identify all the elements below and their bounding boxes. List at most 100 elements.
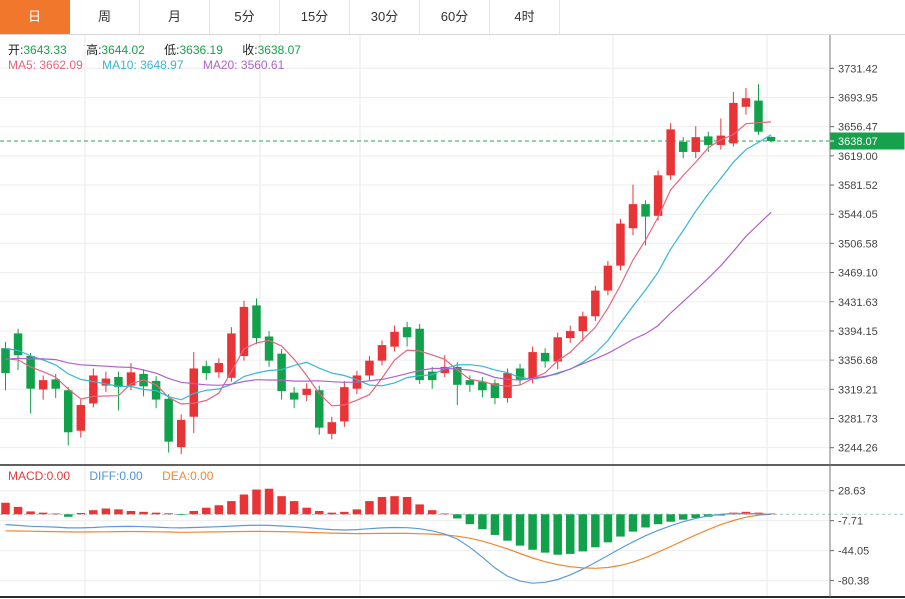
candle-body: [390, 331, 399, 347]
macd-tick-label: -7.71: [838, 516, 863, 528]
tab-period-日[interactable]: 日: [0, 0, 70, 34]
candle-body: [415, 328, 424, 381]
diff-value-legend: DIFF:0.00: [89, 469, 143, 483]
price-tick-label: 3731.42: [838, 63, 878, 75]
macd-bar: [227, 501, 236, 515]
macd-bar: [151, 512, 161, 515]
price-tick-label: 3394.15: [838, 326, 878, 338]
candle-body: [528, 352, 537, 380]
candle-body: [603, 265, 613, 291]
candle-body: [553, 337, 562, 362]
price-tick-label: 3656.47: [838, 122, 878, 134]
macd-bar: [51, 513, 60, 515]
macd-bar: [277, 496, 286, 515]
macd-bar: [465, 514, 475, 525]
candle-body: [1, 348, 10, 374]
macd-bar: [415, 504, 424, 515]
low-label: 低:: [164, 43, 180, 57]
price-tick-label: 3356.68: [838, 355, 878, 367]
macd-bar: [126, 511, 136, 515]
macd-bar: [603, 514, 613, 543]
macd-bar: [365, 501, 374, 515]
candle-body: [365, 360, 374, 376]
macd-value-legend: MACD:0.00: [8, 469, 71, 483]
tab-period-5分[interactable]: 5分: [210, 0, 280, 34]
candle-body: [89, 375, 98, 404]
candle-body: [628, 204, 638, 229]
close-label: 收:: [242, 43, 258, 57]
candle-body: [377, 345, 387, 361]
macd-bar: [164, 513, 173, 515]
macd-bar: [340, 511, 349, 515]
dea-value-legend: DEA:0.00: [162, 469, 214, 483]
candle-body: [26, 355, 35, 389]
macd-bar: [490, 514, 500, 535]
candle-body: [591, 290, 600, 317]
open-label: 开:: [8, 43, 24, 57]
candle-body: [176, 419, 186, 448]
macd-bar: [352, 509, 362, 515]
macd-bar: [315, 511, 324, 515]
macd-bar: [176, 514, 186, 516]
current-price-tag-label: 3638.07: [838, 136, 878, 148]
macd-bar: [264, 488, 274, 515]
candle-body: [76, 405, 86, 431]
tab-period-60分[interactable]: 60分: [420, 0, 490, 34]
ma20-line: [5, 211, 772, 386]
macd-tick-label: -44.05: [838, 546, 869, 558]
ma-legend: MA5: 3662.09 MA10: 3648.97 MA20: 3560.61: [8, 58, 300, 72]
macd-bar: [377, 496, 387, 515]
macd-bar: [38, 512, 48, 515]
candle-body: [164, 398, 173, 442]
tab-period-周[interactable]: 周: [70, 0, 140, 34]
price-tick-label: 3544.05: [838, 209, 878, 221]
macd-bar: [402, 496, 412, 515]
high-value: 3644.02: [101, 43, 145, 57]
ma5-legend: MA5: 3662.09: [8, 58, 83, 72]
macd-bar: [591, 514, 600, 548]
macd-bar: [528, 514, 537, 550]
macd-bar: [478, 514, 487, 530]
candle-body: [465, 380, 475, 385]
macd-bar: [64, 514, 73, 517]
candle-body: [741, 98, 751, 107]
candle-body: [202, 366, 211, 374]
candle-body: [578, 316, 588, 332]
period-tabbar: 日周月 5分 15分 30分 60分 4时: [0, 0, 905, 35]
price-tick-label: 3581.52: [838, 180, 878, 192]
macd-bar: [553, 514, 562, 555]
macd-bar: [89, 510, 98, 515]
candle-body: [402, 327, 412, 338]
kline-chart[interactable]: 3731.42 3693.95 3656.47 3619.00 3581.52 3544.…: [0, 0, 905, 599]
macd-bar: [76, 513, 86, 515]
price-tick-label: 3469.10: [838, 268, 878, 280]
macd-bar: [327, 512, 337, 515]
ma10-legend: MA10: 3648.97: [102, 58, 184, 72]
macd-bar: [453, 514, 462, 519]
price-tick-label: 3506.58: [838, 238, 878, 250]
candle-body: [616, 223, 625, 266]
macd-bar: [628, 514, 638, 532]
price-tick-label: 3619.00: [838, 151, 878, 163]
price-tick-label: 3319.21: [838, 384, 878, 396]
candle-body: [566, 331, 575, 339]
candle-body: [64, 390, 73, 433]
candle-body: [214, 362, 224, 373]
macd-bar: [440, 513, 449, 515]
tab-period-4时[interactable]: 4时: [490, 0, 560, 34]
tab-period-月[interactable]: 月: [140, 0, 210, 34]
candle-body: [277, 353, 286, 392]
price-tick-label: 3244.26: [838, 443, 878, 455]
candle-body: [478, 381, 487, 391]
price-tick-label: 3431.63: [838, 297, 878, 309]
tab-period-15分[interactable]: 15分: [280, 0, 350, 34]
macd-bar: [578, 514, 588, 552]
candle-body: [666, 129, 675, 176]
price-tick-label: 3693.95: [838, 92, 878, 104]
macd-bar: [678, 514, 688, 520]
candle-body: [691, 137, 700, 152]
price-tick-label: 3281.73: [838, 413, 878, 425]
tab-period-30分[interactable]: 30分: [350, 0, 420, 34]
macd-legend: MACD:0.00 DIFF:0.00 DEA:0.00: [8, 469, 229, 483]
close-value: 3638.07: [257, 43, 301, 57]
